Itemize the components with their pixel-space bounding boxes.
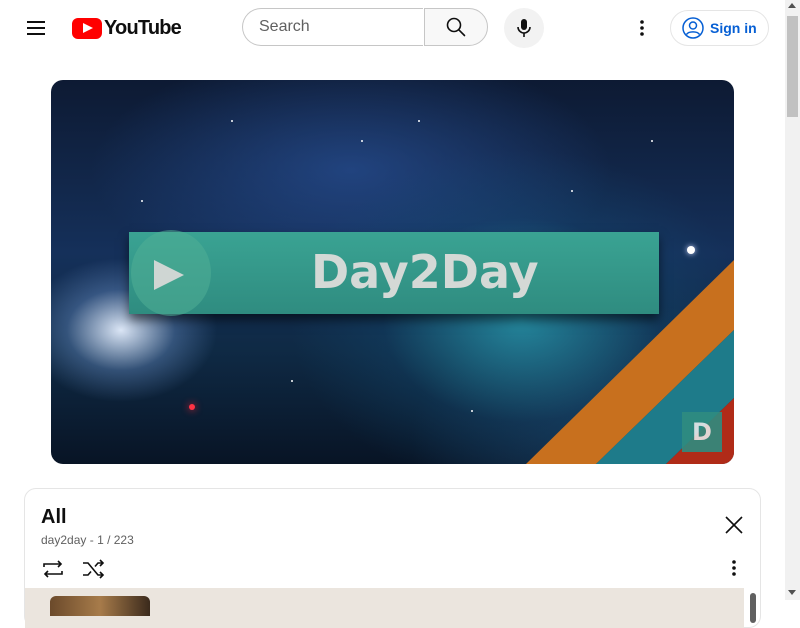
account-icon <box>682 17 704 39</box>
video-player[interactable]: Day2Day D <box>51 80 734 464</box>
scroll-down-arrow[interactable] <box>788 590 796 595</box>
playlist-item-current[interactable] <box>25 588 744 628</box>
loop-icon <box>43 560 63 578</box>
search-icon <box>446 17 466 37</box>
microphone-icon <box>517 19 531 37</box>
close-icon <box>725 516 743 534</box>
youtube-logo-icon <box>72 17 102 39</box>
shuffle-playlist-button[interactable] <box>79 555 107 583</box>
channel-watermark-text: D <box>692 418 712 446</box>
page-scrollbar[interactable] <box>785 0 800 600</box>
playlist-meta: day2day - 1 / 223 <box>41 533 134 547</box>
playlist-panel: All day2day - 1 / 223 <box>24 488 761 628</box>
sign-in-button[interactable]: Sign in <box>670 10 769 46</box>
menu-icon-line <box>27 33 45 35</box>
playlist-item-thumbnail[interactable] <box>50 596 150 616</box>
more-vert-icon <box>732 560 736 576</box>
playlist-channel[interactable]: day2day <box>41 533 86 547</box>
playlist-title: All <box>41 506 67 528</box>
meta-separator: - <box>89 533 98 547</box>
menu-icon-line <box>27 27 45 29</box>
menu-icon-line <box>27 21 45 23</box>
playlist-more-button[interactable] <box>722 556 746 580</box>
scroll-up-arrow[interactable] <box>788 3 796 8</box>
menu-button[interactable] <box>20 12 52 44</box>
settings-menu-button[interactable] <box>626 12 658 44</box>
corner-stripes <box>526 260 734 464</box>
close-playlist-button[interactable] <box>720 511 748 539</box>
search-button[interactable] <box>424 8 488 46</box>
scroll-thumb[interactable] <box>787 16 798 117</box>
playlist-position: 1 / 223 <box>97 533 134 547</box>
youtube-logo-text: YouTube <box>104 16 182 39</box>
voice-search-button[interactable] <box>504 8 544 48</box>
sign-in-label: Sign in <box>710 20 757 36</box>
channel-watermark: D <box>682 412 722 452</box>
search-box <box>242 8 423 46</box>
shuffle-icon <box>83 559 105 579</box>
masthead: YouTube Sign in <box>0 0 785 56</box>
youtube-logo[interactable]: YouTube <box>72 16 182 40</box>
more-vert-icon <box>640 20 644 36</box>
loop-playlist-button[interactable] <box>39 555 67 583</box>
search-input[interactable] <box>259 17 409 37</box>
playlist-scrollbar[interactable] <box>750 593 756 623</box>
